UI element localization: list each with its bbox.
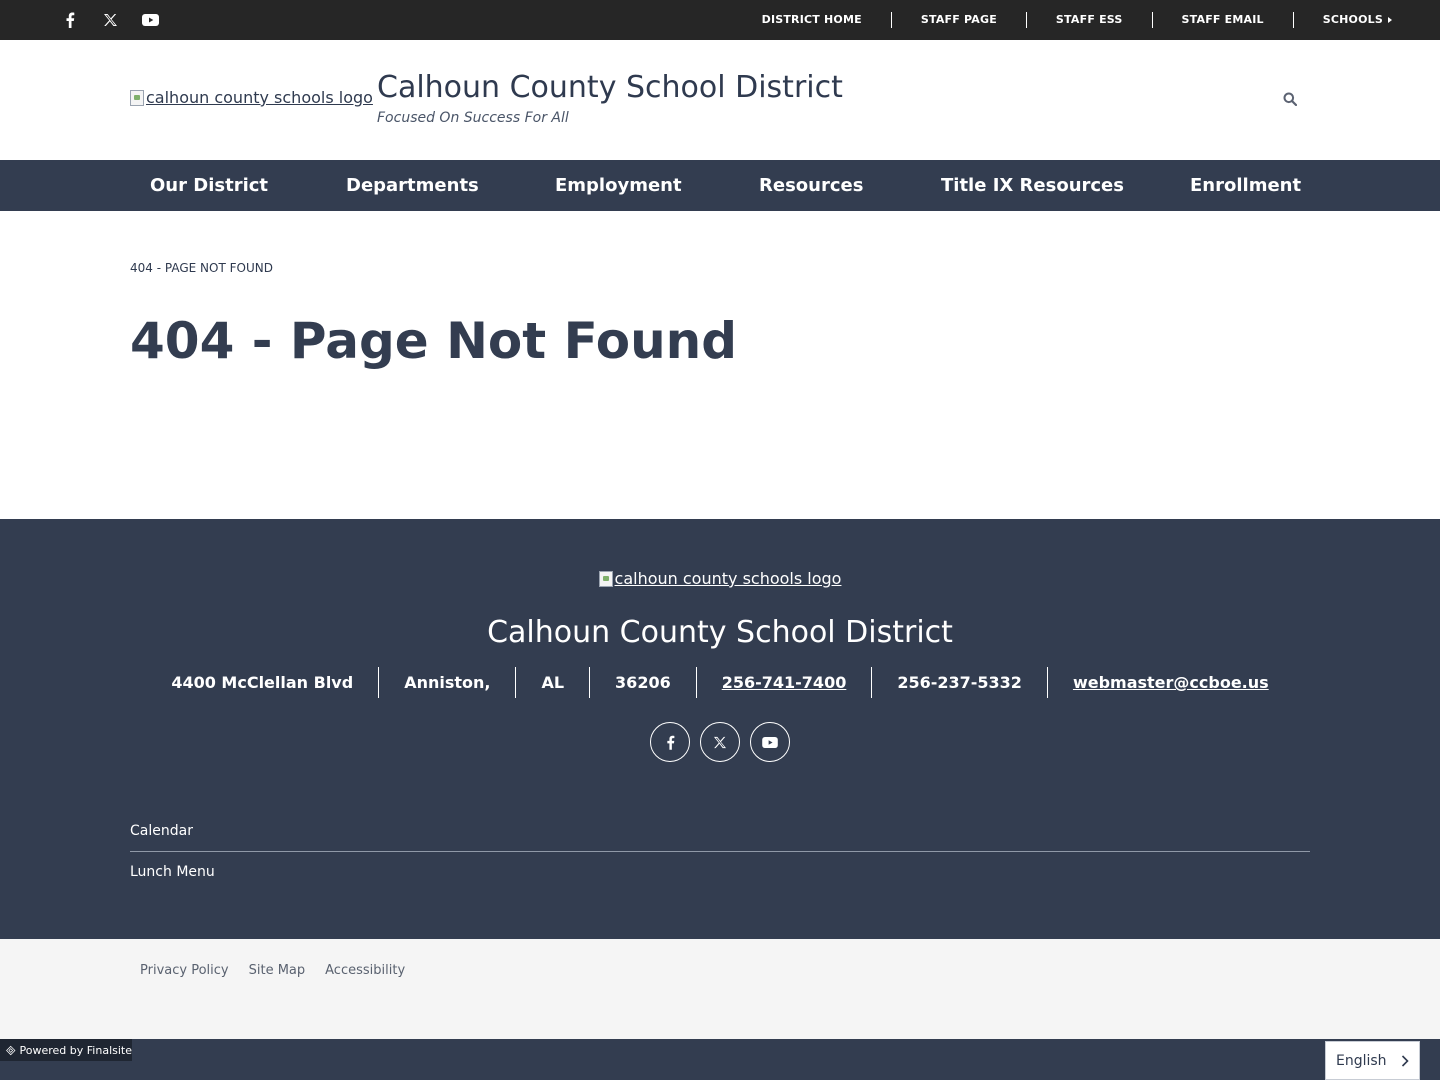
header-logo-alt: calhoun county schools logo	[146, 88, 373, 107]
footer-city: Anniston,	[379, 667, 517, 698]
nav-our-district[interactable]: Our District	[150, 160, 268, 211]
footer-email-link[interactable]: webmaster@ccboe.us	[1048, 667, 1294, 698]
footer-contact: 4400 McClellan Blvd Anniston, AL 36206 2…	[0, 667, 1440, 698]
social-links-top	[60, 0, 160, 40]
footer-social-links	[0, 722, 1440, 762]
nav-departments[interactable]: Departments	[346, 160, 479, 211]
site-title: Calhoun County School District	[377, 70, 843, 105]
header-logo[interactable]: calhoun county schools logo	[130, 88, 373, 107]
breadcrumb: 404 - PAGE NOT FOUND	[130, 261, 273, 275]
footer-x-button[interactable]	[700, 722, 740, 762]
footer-phone-link[interactable]: 256-741-7400	[697, 667, 873, 698]
youtube-icon	[762, 736, 778, 748]
nav-employment[interactable]: Employment	[555, 160, 682, 211]
chevron-right-icon	[1401, 1054, 1409, 1067]
site-tagline: Focused On Success For All	[377, 110, 569, 126]
facebook-icon	[666, 735, 674, 750]
footer-logo[interactable]: calhoun county schools logo	[598, 569, 842, 588]
site-header: calhoun county schools logo Calhoun Coun…	[0, 40, 1440, 160]
powered-by-finalsite-link[interactable]: Powered by Finalsite	[0, 1039, 132, 1061]
nav-enrollment[interactable]: Enrollment	[1190, 160, 1301, 211]
youtube-icon[interactable]	[140, 10, 160, 30]
powered-by-text: Powered by Finalsite	[19, 1043, 132, 1057]
footer-link-calendar[interactable]: Calendar	[130, 813, 1310, 852]
nav-title-ix-resources[interactable]: Title IX Resources	[941, 160, 1124, 211]
site-footer: calhoun county schools logo Calhoun Coun…	[0, 519, 1440, 939]
footer-quick-links: Calendar Lunch Menu	[130, 813, 1310, 891]
footer-youtube-button[interactable]	[750, 722, 790, 762]
utility-bar: DISTRICT HOME STAFF PAGE STAFF ESS STAFF…	[0, 0, 1440, 40]
nav-resources[interactable]: Resources	[759, 160, 863, 211]
caret-right-icon	[1388, 17, 1392, 23]
legal-links: Privacy Policy Site Map Accessibility	[140, 963, 405, 978]
district-home-link[interactable]: DISTRICT HOME	[733, 12, 892, 28]
legal-bar: Privacy Policy Site Map Accessibility	[0, 939, 1440, 1039]
schools-label: SCHOOLS	[1322, 13, 1383, 26]
footer-facebook-button[interactable]	[650, 722, 690, 762]
main-nav: Our District Departments Employment Reso…	[0, 160, 1440, 211]
x-twitter-icon	[713, 736, 727, 748]
footer-logo-wrap: calhoun county schools logo	[0, 569, 1440, 588]
page-title: 404 - Page Not Found	[130, 312, 738, 370]
broken-image-icon	[598, 570, 613, 587]
privacy-policy-link[interactable]: Privacy Policy	[140, 963, 229, 978]
staff-email-link[interactable]: STAFF EMAIL	[1153, 12, 1294, 28]
search-icon	[1283, 92, 1297, 106]
accessibility-link[interactable]: Accessibility	[325, 963, 405, 978]
footer-link-lunch-menu[interactable]: Lunch Menu	[130, 852, 1310, 891]
site-map-link[interactable]: Site Map	[249, 963, 306, 978]
bottom-strip	[0, 1039, 1440, 1080]
search-button[interactable]	[1279, 88, 1301, 110]
schools-dropdown[interactable]: SCHOOLS	[1294, 12, 1392, 28]
staff-ess-link[interactable]: STAFF ESS	[1027, 12, 1153, 28]
utility-links: DISTRICT HOME STAFF PAGE STAFF ESS STAFF…	[733, 0, 1392, 40]
footer-address: 4400 McClellan Blvd	[146, 667, 380, 698]
footer-zip: 36206	[590, 667, 697, 698]
footer-title: Calhoun County School District	[487, 615, 953, 650]
broken-image-icon	[130, 89, 144, 106]
language-selector[interactable]: English	[1325, 1041, 1420, 1080]
staff-page-link[interactable]: STAFF PAGE	[892, 12, 1027, 28]
x-twitter-icon[interactable]	[100, 10, 120, 30]
footer-logo-alt: calhoun county schools logo	[614, 569, 842, 588]
footer-state: AL	[516, 667, 591, 698]
finalsite-logo-icon	[6, 1045, 16, 1055]
facebook-icon[interactable]	[60, 10, 80, 30]
footer-fax: 256-237-5332	[872, 667, 1048, 698]
language-selected: English	[1336, 1052, 1387, 1069]
